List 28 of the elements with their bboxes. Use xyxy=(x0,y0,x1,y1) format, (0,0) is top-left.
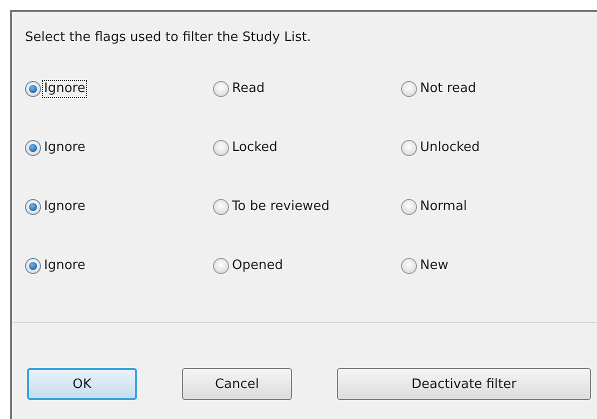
radio-label[interactable]: Normal xyxy=(418,198,470,216)
radio-label[interactable]: Not read xyxy=(418,80,478,98)
radio-label[interactable]: Unlocked xyxy=(418,139,482,157)
radio-label[interactable]: Locked xyxy=(230,139,280,157)
radio-button[interactable] xyxy=(213,258,229,274)
radio-button[interactable] xyxy=(401,140,417,156)
dialog-button[interactable]: Deactivate filter xyxy=(337,368,591,400)
radio-label[interactable]: Ignore xyxy=(42,198,88,216)
radio-label[interactable]: New xyxy=(418,257,450,275)
dialog-button[interactable]: Cancel xyxy=(182,368,292,400)
radio-button[interactable] xyxy=(25,81,41,97)
radio-label[interactable]: Ignore xyxy=(42,80,88,98)
radio-button[interactable] xyxy=(213,140,229,156)
dialog-button[interactable]: OK xyxy=(27,368,137,400)
radio-label[interactable]: Opened xyxy=(230,257,285,275)
radio-button[interactable] xyxy=(401,258,417,274)
radio-label[interactable]: To be reviewed xyxy=(230,198,332,216)
radio-button[interactable] xyxy=(25,140,41,156)
radio-button[interactable] xyxy=(25,258,41,274)
radio-label[interactable]: Ignore xyxy=(42,257,88,275)
radio-label[interactable]: Read xyxy=(230,80,267,98)
radio-button[interactable] xyxy=(401,81,417,97)
radio-label[interactable]: Ignore xyxy=(42,139,88,157)
radio-button[interactable] xyxy=(213,199,229,215)
instruction-text: Select the flags used to filter the Study List. xyxy=(25,30,312,45)
radio-button[interactable] xyxy=(401,199,417,215)
radio-button[interactable] xyxy=(25,199,41,215)
radio-button[interactable] xyxy=(213,81,229,97)
